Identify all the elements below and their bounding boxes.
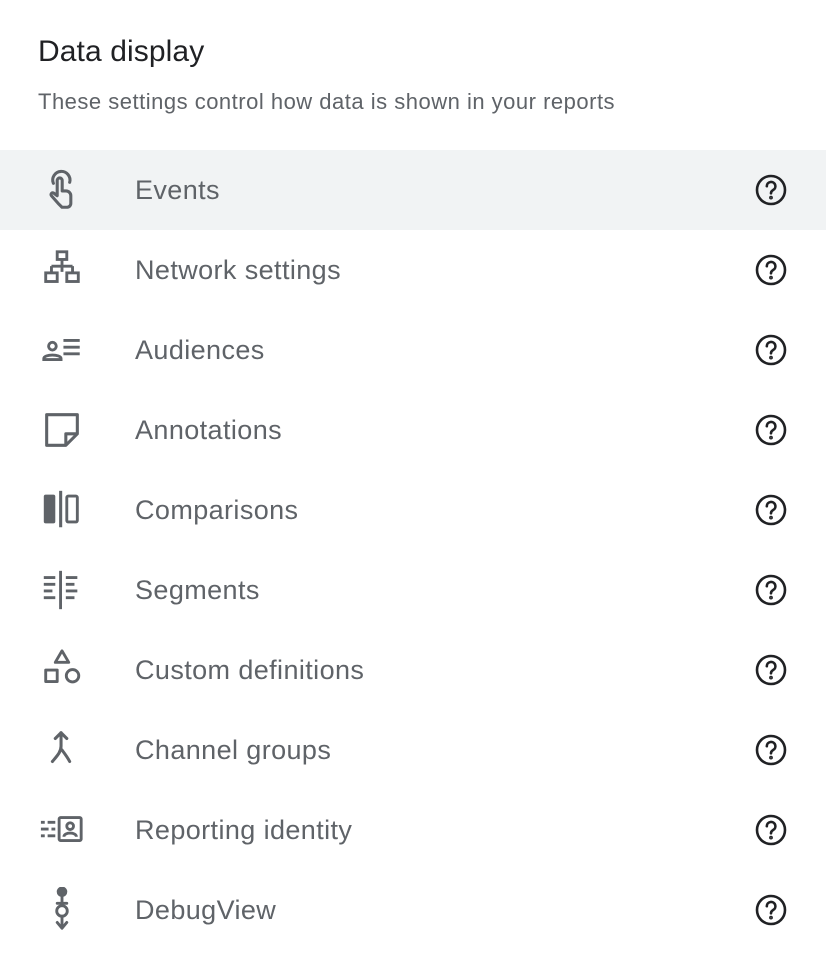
help-circle-icon[interactable]: [754, 813, 788, 847]
list-item-label: DebugView: [135, 895, 277, 925]
network-icon: [38, 248, 86, 292]
merge-arrow-icon: [38, 728, 86, 772]
shapes-icon: [38, 648, 86, 692]
list-item-network-settings[interactable]: Network settings: [0, 230, 826, 310]
list-item-label: Network settings: [135, 255, 341, 285]
list-item-label: Segments: [135, 575, 260, 605]
debug-flow-icon: [38, 887, 86, 932]
page-title: Data display: [38, 35, 205, 68]
settings-list: Events Network settings Audiences Annota…: [0, 150, 826, 950]
touch-app-icon: [38, 168, 86, 212]
list-item-label: Reporting identity: [135, 815, 353, 845]
help-circle-icon[interactable]: [754, 493, 788, 527]
list-item-label: Events: [135, 175, 220, 205]
list-item-label: Comparisons: [135, 495, 299, 525]
help-circle-icon[interactable]: [754, 253, 788, 287]
help-circle-icon[interactable]: [754, 733, 788, 767]
list-item-audiences[interactable]: Audiences: [0, 310, 826, 390]
compare-columns-icon: [38, 488, 86, 532]
help-circle-icon[interactable]: [754, 173, 788, 207]
identity-badge-icon: [38, 808, 86, 852]
page-subtitle: These settings control how data is shown…: [38, 89, 616, 114]
help-circle-icon[interactable]: [754, 413, 788, 447]
list-item-events[interactable]: Events: [0, 150, 826, 230]
list-item-annotations[interactable]: Annotations: [0, 390, 826, 470]
help-circle-icon[interactable]: [754, 573, 788, 607]
list-item-custom-definitions[interactable]: Custom definitions: [0, 630, 826, 710]
list-item-debugview[interactable]: DebugView: [0, 870, 826, 950]
segment-split-icon: [38, 568, 86, 612]
help-circle-icon[interactable]: [754, 893, 788, 927]
audience-list-icon: [38, 328, 86, 372]
panel-header: Data display These settings control how …: [0, 0, 826, 116]
help-circle-icon[interactable]: [754, 333, 788, 367]
data-display-panel: Data display These settings control how …: [0, 0, 826, 980]
sticky-note-icon: [38, 408, 86, 452]
help-circle-icon[interactable]: [754, 653, 788, 687]
list-item-label: Channel groups: [135, 735, 332, 765]
list-item-reporting-identity[interactable]: Reporting identity: [0, 790, 826, 870]
list-item-segments[interactable]: Segments: [0, 550, 826, 630]
list-item-label: Audiences: [135, 335, 265, 365]
list-item-channel-groups[interactable]: Channel groups: [0, 710, 826, 790]
list-item-label: Custom definitions: [135, 655, 365, 685]
list-item-comparisons[interactable]: Comparisons: [0, 470, 826, 550]
list-item-label: Annotations: [135, 415, 283, 445]
